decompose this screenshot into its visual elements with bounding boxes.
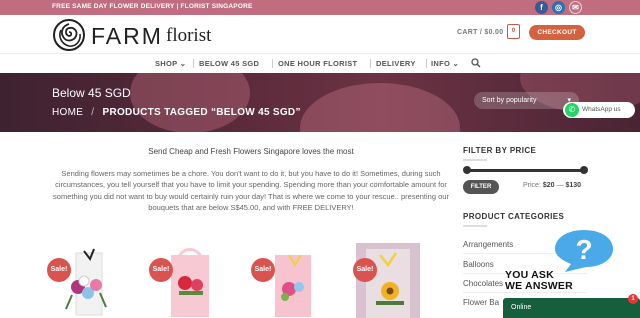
heading-underline <box>463 159 487 161</box>
page-hero-banner: Below 45 SGD HOME / PRODUCTS TAGGED “BEL… <box>0 73 640 132</box>
filter-price-heading: FILTER BY PRICE <box>463 146 537 155</box>
whatsapp-button[interactable]: ✆ WhatsApp us <box>563 102 635 118</box>
nav-divider <box>193 59 194 68</box>
logo-subtitle[interactable]: florist <box>166 25 211 47</box>
chat-question-bubble-icon[interactable]: ? <box>553 228 615 272</box>
breadcrumb-separator: / <box>91 107 95 118</box>
chat-widget-title[interactable]: YOU ASK WE ANSWER <box>505 270 573 292</box>
category-link[interactable]: Chocolates <box>463 279 503 288</box>
nav-item-delivery[interactable]: DELIVERY <box>376 59 416 68</box>
facebook-icon[interactable]: f <box>535 1 548 14</box>
nav-divider <box>370 59 371 68</box>
logo-wordmark[interactable]: FARM <box>91 23 163 50</box>
hero-flower-decoration <box>130 73 250 132</box>
nav-divider <box>272 59 273 68</box>
sale-badge: Sale! <box>251 258 275 282</box>
whatsapp-icon: ✆ <box>565 103 579 117</box>
search-icon[interactable] <box>471 58 481 68</box>
price-slider-track[interactable] <box>466 169 584 172</box>
price-range-label: Price: $20 — $130 <box>523 182 582 189</box>
nav-divider <box>426 59 427 68</box>
announcement-text: FREE SAME DAY FLOWER DELIVERY | FLORIST … <box>52 3 253 10</box>
instagram-icon[interactable]: ◎ <box>552 1 565 14</box>
cart-count-icon[interactable]: 0 <box>507 24 520 39</box>
main-navigation: SHOP ⌄ BELOW 45 SGD ONE HOUR FLORIST DEL… <box>0 53 640 72</box>
site-header: FARM florist CART / $0.00 0 CHECKOUT <box>0 15 640 53</box>
checkout-button[interactable]: CHECKOUT <box>529 25 585 40</box>
chevron-down-icon: ⌄ <box>179 59 187 68</box>
svg-text:?: ? <box>575 234 592 265</box>
cart-total-link[interactable]: CART / $0.00 <box>457 29 503 36</box>
sale-badge: Sale! <box>47 258 71 282</box>
product-categories-heading: PRODUCT CATEGORIES <box>463 212 565 221</box>
breadcrumb: HOME / PRODUCTS TAGGED “BELOW 45 SGD” <box>52 107 301 118</box>
heading-underline <box>463 225 487 227</box>
rose-logo-icon[interactable] <box>52 18 86 52</box>
category-link[interactable]: Arrangements <box>463 240 513 249</box>
price-slider-max-handle[interactable] <box>580 166 588 174</box>
nav-item-shop[interactable]: SHOP ⌄ <box>155 59 186 68</box>
chat-notification-badge: 1 <box>628 294 638 304</box>
breadcrumb-home-link[interactable]: HOME <box>52 107 83 118</box>
top-announcement-bar: FREE SAME DAY FLOWER DELIVERY | FLORIST … <box>0 0 640 15</box>
category-divider <box>463 292 587 293</box>
sale-badge: Sale! <box>353 258 377 282</box>
page-title: Below 45 SGD <box>52 86 131 100</box>
intro-heading: Send Cheap and Fresh Flowers Singapore l… <box>148 147 354 156</box>
category-link[interactable]: Balloons <box>463 260 494 269</box>
nav-item-info[interactable]: INFO ⌄ <box>431 59 459 68</box>
nav-item-below-45[interactable]: BELOW 45 SGD <box>199 59 259 68</box>
category-link[interactable]: Flower Ba <box>463 298 499 307</box>
filter-button[interactable]: FILTER <box>463 180 499 194</box>
sale-badge: Sale! <box>149 258 173 282</box>
nav-item-one-hour-florist[interactable]: ONE HOUR FLORIST <box>278 59 357 68</box>
price-slider-min-handle[interactable] <box>463 166 471 174</box>
intro-paragraph: Sending flowers may sometimes be a chore… <box>53 169 449 212</box>
chat-status-bar[interactable]: Online <box>503 298 640 318</box>
breadcrumb-current: PRODUCTS TAGGED “BELOW 45 SGD” <box>102 107 301 118</box>
hero-flower-decoration <box>300 83 460 132</box>
chevron-down-icon: ⌄ <box>452 59 460 68</box>
email-icon[interactable]: ✉ <box>569 1 582 14</box>
